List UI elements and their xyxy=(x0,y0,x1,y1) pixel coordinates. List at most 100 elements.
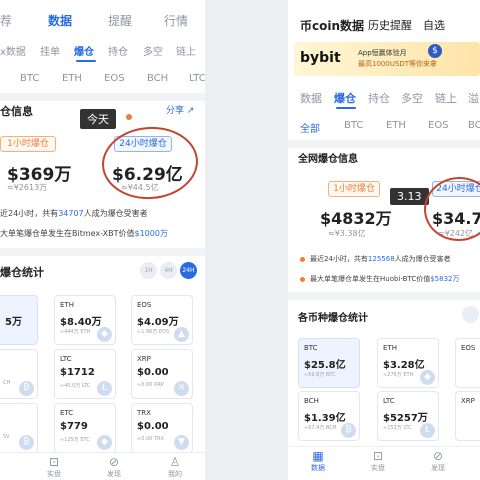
pill-1h[interactable]: 1小时爆仓 xyxy=(328,181,380,197)
top-tab-market[interactable]: 行情 xyxy=(164,12,188,29)
info-victims-count: 125568 xyxy=(367,255,395,263)
ad-banner[interactable]: bybit App恒赢体验月 最高1000USDT等你来拿 $ xyxy=(294,42,480,76)
info-largest: 最大单笔爆仓单发生在Huobi-BTC价值$5832万 xyxy=(310,274,459,284)
sub-tab-liquidation[interactable]: 爆仓 xyxy=(334,90,356,106)
sub-tab-data[interactable]: 数据 xyxy=(300,90,322,106)
card-value: $0.00 xyxy=(137,421,169,432)
coin-tab-bch[interactable]: BCH xyxy=(468,120,480,131)
coin-tab-btc[interactable]: BTC xyxy=(344,120,363,131)
coin-card[interactable]: EOS $4.09万 ≈1.86万 EOS ▲ xyxy=(131,295,193,345)
coin-card[interactable]: BCH $1.39亿 ≈67.4万 BCH ₿ xyxy=(298,391,360,441)
coin-card[interactable]: ETC $779 ≈125万 ETC ◆ xyxy=(54,403,116,453)
coin-card[interactable]: ETH $8.40万 ≈444万 ETH ◆ xyxy=(54,295,116,345)
top-tab-data[interactable]: 数据 xyxy=(48,12,72,29)
bsv-icon: ₿ xyxy=(19,435,34,450)
sub-tab-onchain[interactable]: 链上 xyxy=(176,43,196,58)
bullet xyxy=(300,277,305,282)
coin-card[interactable]: EOS xyxy=(455,338,480,388)
coin-card[interactable]: TRX $0.00 ≈0.00 TRX ▼ xyxy=(131,403,193,453)
nav-live[interactable]: ⊡ 实盘 xyxy=(366,449,390,473)
sub-tab-positions[interactable]: 持仓 xyxy=(368,90,390,106)
coin-card[interactable]: ETH $3.28亿 ≈276万 ETH ◆ xyxy=(377,338,439,388)
coin-tab-ltc[interactable]: LTC xyxy=(189,73,205,84)
top-tab-recommend[interactable]: 荐 xyxy=(0,12,12,29)
coin-card[interactable]: BTC $25.8亿 ≈59.8万 BTC xyxy=(298,338,360,388)
coin-card[interactable]: LTC $1712 ≈40.0万 LTC Ł xyxy=(54,349,116,399)
coin-tab-bch[interactable]: BCH xyxy=(147,73,168,84)
ad-brand: bybit xyxy=(300,50,341,66)
info-victims-post: 人成为爆仓受害者 xyxy=(83,209,148,218)
divider xyxy=(0,248,205,256)
info-victims-pre: 近24小时，共有 xyxy=(0,209,59,218)
sub-tab-longshort[interactable]: 多空 xyxy=(143,43,163,58)
bch-icon: ₿ xyxy=(19,381,34,396)
pill-1h[interactable]: 1小时爆仓 xyxy=(0,136,56,152)
coin-card[interactable]: XRP xyxy=(455,391,480,441)
right-screenshot: 币coin数据 历史提醒 自选 bybit App恒赢体验月 最高1000USD… xyxy=(288,0,480,480)
etc-icon: ◆ xyxy=(97,435,112,450)
card-sub: ≈153万 LTC xyxy=(383,425,412,431)
card-value: 5万 xyxy=(5,317,22,328)
coin-tab-eos[interactable]: EOS xyxy=(104,73,125,84)
segment-4h[interactable]: 4H xyxy=(160,262,177,279)
coin-tab-all[interactable]: 全部 xyxy=(300,120,320,135)
segment-24h[interactable]: 24H xyxy=(180,262,197,279)
stats-title: 爆仓统计 xyxy=(0,266,44,279)
coin-card[interactable]: LTC $5257万 ≈153万 LTC Ł xyxy=(377,391,439,441)
card-value: $3.28亿 xyxy=(383,360,425,371)
coin-tab-eth[interactable]: ETH xyxy=(386,120,406,131)
card-name: LTC xyxy=(60,355,72,363)
card-sub: SV xyxy=(3,434,10,440)
card-value: $4.09万 xyxy=(137,317,179,328)
nav-label: 实盘 xyxy=(47,470,61,478)
card-name: LTC xyxy=(383,397,395,405)
header-tab-coin-data[interactable]: 币coin数据 xyxy=(300,17,364,34)
coin-card[interactable]: CH ₿ xyxy=(0,349,38,399)
segment-1h[interactable]: 1H xyxy=(140,262,157,279)
eth-icon: ◆ xyxy=(420,370,435,385)
coin-card[interactable]: SV ₿ xyxy=(0,403,38,453)
card-sub: ≈67.4万 BCH xyxy=(304,425,337,431)
share-link[interactable]: 分享 ↗ xyxy=(166,103,194,116)
nav-data[interactable]: ▦ 数据 xyxy=(306,449,330,473)
card-sub: ≈125万 ETC xyxy=(60,437,90,443)
segment-1h[interactable] xyxy=(462,306,479,323)
hand-drawn-circle xyxy=(421,174,480,244)
coin-tab-eth[interactable]: ETH xyxy=(62,73,82,84)
ad-dollar-icon: $ xyxy=(428,44,442,58)
date-badge: 今天 xyxy=(80,109,116,129)
header-tab-watchlist[interactable]: 自选 xyxy=(423,17,445,33)
coin-card[interactable]: 5万 xyxy=(0,295,38,345)
sub-tab-positions[interactable]: 持仓 xyxy=(108,43,128,58)
nav-discover[interactable]: ⊘ 发现 xyxy=(426,449,450,473)
sub-tab-longshort[interactable]: 多空 xyxy=(401,90,423,106)
share-label: 分享 xyxy=(166,106,185,116)
divider xyxy=(288,140,480,148)
coin-tab-btc[interactable]: BTC xyxy=(20,73,39,84)
top-tab-alerts[interactable]: 提醒 xyxy=(108,12,132,29)
sub-tab-onchain[interactable]: 链上 xyxy=(435,90,457,106)
value-1h-cny: ≈¥2613万 xyxy=(7,183,48,192)
divider xyxy=(288,292,480,300)
card-name: BTC xyxy=(304,344,318,352)
nav-discover[interactable]: ⊘ 发现 xyxy=(102,455,126,479)
coin-tab-eos[interactable]: EOS xyxy=(428,120,449,131)
sub-tab-orders[interactable]: 挂单 xyxy=(40,43,60,58)
coin-card[interactable]: XRP $0.00 ≈0.00 XRP ✕ xyxy=(131,349,193,399)
card-name: ETH xyxy=(60,301,74,309)
card-name: BCH xyxy=(304,397,319,405)
sub-tab-data[interactable]: x数据 xyxy=(0,43,26,58)
chart-icon: ⊡ xyxy=(48,455,60,469)
left-screenshot: 荐 数据 提醒 行情 x数据 挂单 爆仓 持仓 多空 链上 BTC ETH EO… xyxy=(0,0,205,480)
sub-tab-more[interactable]: 溢 xyxy=(468,90,479,106)
xrp-icon: ✕ xyxy=(174,381,189,396)
header-tab-history-alerts[interactable]: 历史提醒 xyxy=(368,17,412,33)
info-largest-pre: 最大单笔爆仓单发生在Huobi-BTC价值 xyxy=(310,275,431,283)
value-1h-cny: ≈¥3.38亿 xyxy=(328,229,366,238)
sub-tab-liquidation[interactable]: 爆仓 xyxy=(74,43,94,58)
nav-live[interactable]: ⊡ 实盘 xyxy=(42,455,66,479)
nav-mine[interactable]: ♙ 我的 xyxy=(163,455,187,479)
card-value: $0.00 xyxy=(137,367,169,378)
ad-line-2: 最高1000USDT等你来拿 xyxy=(358,60,438,68)
trx-icon: ▼ xyxy=(174,435,189,450)
